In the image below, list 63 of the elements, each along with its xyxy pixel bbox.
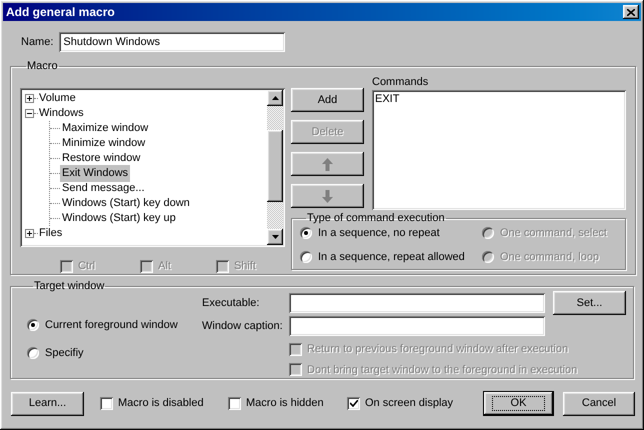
- vertical-scrollbar[interactable]: [267, 90, 283, 245]
- radio-button[interactable]: [300, 250, 312, 263]
- name-field[interactable]: Shutdown Windows: [59, 32, 286, 52]
- window-caption-label: Window caption:: [202, 318, 284, 334]
- radio-button[interactable]: [27, 346, 39, 359]
- up-arrow-icon: [322, 158, 333, 170]
- tree-item[interactable]: Windows (Start) key up: [60, 210, 178, 227]
- down-triangle-icon: [272, 235, 278, 239]
- learn-button[interactable]: Learn...: [11, 392, 84, 416]
- executable-label: Executable:: [202, 296, 260, 311]
- commands-label: Commands: [372, 76, 430, 88]
- group-title: Type of command execution: [306, 212, 446, 224]
- name-label: Name:: [21, 34, 54, 50]
- checkmark-icon: [350, 400, 358, 407]
- tree-item[interactable]: Exit Windows: [60, 165, 130, 182]
- tree-item[interactable]: Maximize window: [60, 120, 150, 137]
- radio-label: One command, select: [500, 226, 607, 241]
- scroll-thumb[interactable]: [267, 130, 283, 202]
- checkbox-label: Ctrl: [78, 259, 96, 274]
- checkbox-label: Alt: [158, 259, 171, 274]
- group-title: Macro: [26, 60, 59, 72]
- tree-item[interactable]: Volume: [38, 90, 77, 107]
- tree-item[interactable]: Windows (Start) key down: [60, 195, 192, 212]
- radio-button[interactable]: [300, 227, 312, 240]
- executable-field[interactable]: [289, 293, 545, 313]
- close-button[interactable]: [623, 5, 639, 19]
- checkbox[interactable]: [100, 397, 113, 410]
- window-caption-field[interactable]: [289, 316, 545, 336]
- plus-box-icon[interactable]: [25, 94, 34, 103]
- plus-box-icon[interactable]: [25, 229, 34, 238]
- set-button[interactable]: Set...: [553, 291, 626, 315]
- window-title: Add general macro: [6, 4, 115, 21]
- scroll-up-button[interactable]: [267, 90, 283, 106]
- checkbox-label: On screen display: [365, 396, 454, 412]
- tree-item[interactable]: Minimize window: [60, 135, 148, 152]
- command-button[interactable]: Add: [291, 88, 364, 112]
- radio-label: Specifiy: [45, 346, 84, 360]
- tree-item[interactable]: Send message...: [60, 180, 147, 197]
- close-icon: [627, 8, 635, 16]
- tree-item[interactable]: Windows: [38, 105, 85, 122]
- checkbox-label: Shift: [234, 259, 256, 274]
- checkbox-label: Macro is disabled: [118, 396, 204, 412]
- radio-label: In a sequence, no repeat: [318, 226, 440, 241]
- tree-item[interactable]: Restore window: [60, 150, 142, 167]
- radio-label: One command, loop: [500, 250, 600, 264]
- checkbox[interactable]: [347, 397, 360, 410]
- checkbox-label: Macro is hidden: [246, 396, 324, 412]
- cancel-button[interactable]: Cancel: [563, 392, 635, 416]
- radio-label: In a sequence, repeat allowed: [318, 250, 465, 264]
- radio-label: Current foreground window: [45, 318, 178, 333]
- minus-box-icon[interactable]: [25, 109, 34, 118]
- commands-list[interactable]: EXIT: [372, 90, 626, 210]
- group-title: Target window: [33, 280, 106, 292]
- checkbox-label: Dont bring target window to the foreground in execution: [307, 362, 578, 378]
- radio-button[interactable]: [27, 319, 39, 332]
- checkbox[interactable]: [228, 397, 241, 410]
- tree-item[interactable]: Files: [38, 225, 64, 242]
- down-arrow-icon: [322, 190, 333, 202]
- ok-button[interactable]: OK: [483, 391, 554, 416]
- scroll-down-button[interactable]: [267, 229, 283, 245]
- checkbox-label: Return to previous foreground window after execution: [307, 342, 568, 357]
- command-item[interactable]: EXIT: [375, 93, 623, 106]
- up-triangle-icon: [272, 96, 278, 100]
